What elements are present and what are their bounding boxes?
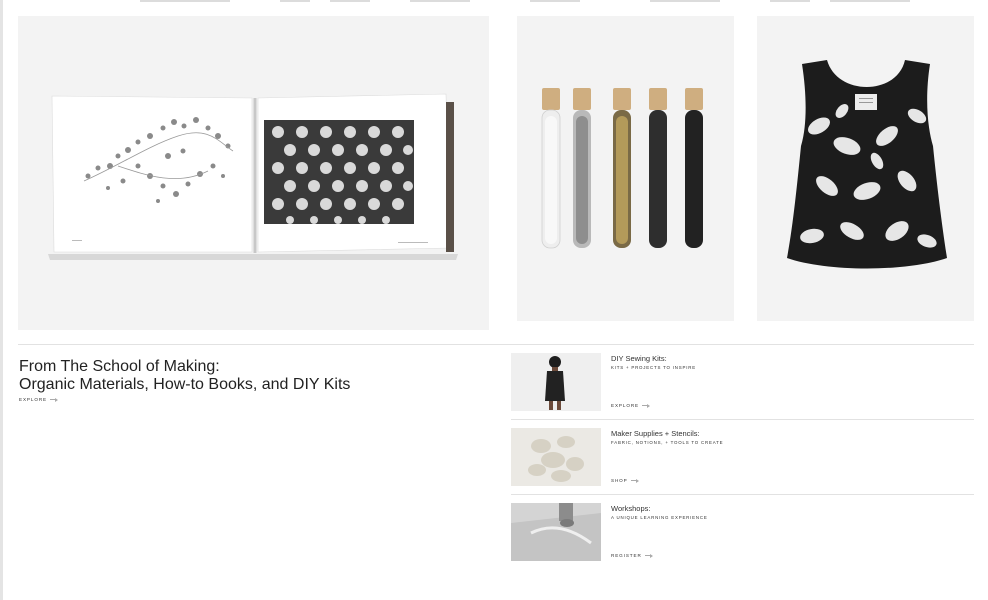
product-card-floral-top[interactable] bbox=[757, 16, 974, 321]
promo-title: Workshops: bbox=[611, 504, 651, 513]
arrow-right-icon bbox=[50, 397, 59, 402]
promo-thumb-stencil bbox=[511, 428, 601, 486]
promo-subtitle: KITS + PROJECTS TO INSPIRE bbox=[611, 365, 696, 370]
section-divider bbox=[18, 344, 974, 345]
promo-cta-label: EXPLORE bbox=[611, 403, 640, 408]
model-photo-icon bbox=[511, 353, 601, 411]
promo-thumb-workshop bbox=[511, 503, 601, 561]
promo-cta-label: REGISTER bbox=[611, 553, 642, 558]
promo-subtitle: A UNIQUE LEARNING EXPERIENCE bbox=[611, 515, 708, 520]
top-nav-remnant bbox=[130, 0, 950, 2]
promo-divider bbox=[511, 494, 974, 495]
hero-explore-link[interactable]: EXPLORE bbox=[19, 397, 59, 402]
page-left-edge bbox=[0, 0, 3, 600]
hero-title: From The School of Making: Organic Mater… bbox=[19, 358, 350, 394]
promo-shop-link[interactable]: SHOP bbox=[611, 478, 639, 483]
hero-title-line1: From The School of Making: bbox=[19, 358, 220, 375]
floral-top-image bbox=[787, 60, 947, 269]
promo-subtitle: FABRIC, NOTIONS, + TOOLS TO CREATE bbox=[611, 440, 724, 445]
arrow-right-icon bbox=[642, 403, 651, 408]
hero-title-line2: Organic Materials, How-to Books, and DIY… bbox=[19, 376, 351, 393]
promo-title: DIY Sewing Kits: bbox=[611, 354, 667, 363]
promo-explore-link[interactable]: EXPLORE bbox=[611, 403, 651, 408]
promo-divider bbox=[511, 419, 974, 420]
arrow-right-icon bbox=[644, 553, 653, 558]
promo-workshops[interactable]: Workshops: A UNIQUE LEARNING EXPERIENCE … bbox=[511, 503, 974, 565]
promo-title: Maker Supplies + Stencils: bbox=[611, 429, 700, 438]
promo-maker-supplies[interactable]: Maker Supplies + Stencils: FABRIC, NOTIO… bbox=[511, 428, 974, 490]
promo-register-link[interactable]: REGISTER bbox=[611, 553, 653, 558]
hero-explore-label: EXPLORE bbox=[19, 397, 48, 402]
product-card-book[interactable] bbox=[18, 16, 489, 330]
book-image bbox=[48, 93, 458, 260]
product-card-sequin-tubes[interactable] bbox=[517, 16, 734, 321]
tubes-image bbox=[541, 88, 703, 249]
promo-diy-sewing-kits[interactable]: DIY Sewing Kits: KITS + PROJECTS TO INSP… bbox=[511, 353, 974, 415]
stencil-photo-icon bbox=[511, 428, 601, 486]
promo-thumb-model bbox=[511, 353, 601, 411]
arrow-right-icon bbox=[630, 478, 639, 483]
workshop-photo-icon bbox=[511, 503, 601, 561]
promo-cta-label: SHOP bbox=[611, 478, 628, 483]
